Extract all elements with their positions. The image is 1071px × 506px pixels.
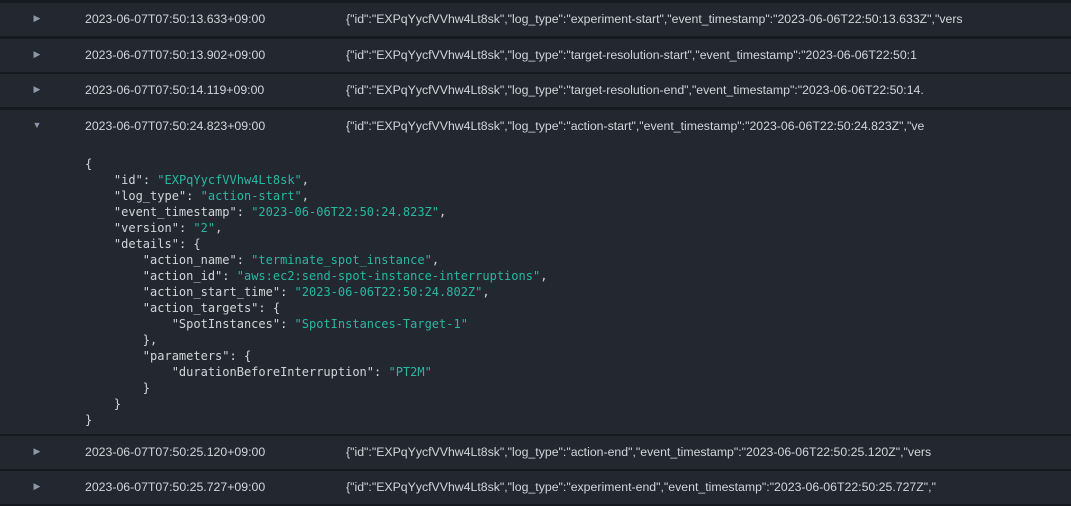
log-message: {"id":"EXPqYycfVVhw4Lt8sk","log_type":"a… [346,445,932,459]
log-timestamp: 2023-06-07T07:50:24.823+09:00 [85,119,266,133]
log-row[interactable]: ▶ 2023-06-07T07:50:25.120+09:00 {"id":"E… [0,436,1071,469]
log-row[interactable]: ▶ 2023-06-07T07:50:13.902+09:00 {"id":"E… [0,39,1071,72]
json-value-duration-before-interruption: PT2M [395,365,425,379]
json-value-spot-instances: SpotInstances-Target-1 [301,317,461,331]
caret-down-icon[interactable]: ▼ [32,120,42,130]
log-timestamp: 2023-06-07T07:50:13.633+09:00 [85,12,266,26]
log-events-table: ▶ 2023-06-07T07:50:13.633+09:00 {"id":"E… [0,0,1071,506]
log-row[interactable]: ▶ 2023-06-07T07:50:13.633+09:00 {"id":"E… [0,3,1071,36]
json-value-log-type: action-start [207,189,295,203]
log-timestamp: 2023-06-07T07:50:13.902+09:00 [85,48,266,62]
log-timestamp: 2023-06-07T07:50:14.119+09:00 [85,83,265,97]
log-timestamp: 2023-06-07T07:50:25.120+09:00 [85,445,266,459]
expanded-json-view: { "id": "EXPqYycfVVhw4Lt8sk", "log_type"… [85,157,548,427]
log-row[interactable]: ▶ 2023-06-07T07:50:14.119+09:00 {"id":"E… [0,74,1071,107]
json-value-action-name: terminate_spot_instance [258,253,425,267]
json-value-event-timestamp: 2023-06-06T22:50:24.823Z [258,205,432,219]
caret-right-icon[interactable]: ▶ [32,13,42,23]
log-message: {"id":"EXPqYycfVVhw4Lt8sk","log_type":"e… [346,480,936,494]
log-timestamp: 2023-06-07T07:50:25.727+09:00 [85,480,266,494]
json-value-action-start-time: 2023-06-06T22:50:24.802Z [301,285,476,299]
log-message: {"id":"EXPqYycfVVhw4Lt8sk","log_type":"e… [346,12,963,26]
log-message: {"id":"EXPqYycfVVhw4Lt8sk","log_type":"t… [346,83,924,97]
caret-right-icon[interactable]: ▶ [32,84,42,94]
log-message: {"id":"EXPqYycfVVhw4Lt8sk","log_type":"t… [346,48,917,62]
json-value-version: 2 [200,221,208,235]
json-value-id: EXPqYycfVVhw4Lt8sk [164,173,295,187]
caret-right-icon[interactable]: ▶ [32,49,42,59]
log-row-expanded[interactable]: ▼ 2023-06-07T07:50:24.823+09:00 {"id":"E… [0,110,1071,434]
caret-right-icon[interactable]: ▶ [32,446,42,456]
log-message: {"id":"EXPqYycfVVhw4Lt8sk","log_type":"a… [346,119,925,133]
caret-right-icon[interactable]: ▶ [32,481,42,491]
log-row[interactable]: ▶ 2023-06-07T07:50:25.727+09:00 {"id":"E… [0,471,1071,504]
json-value-action-id: aws:ec2:send-spot-instance-interruptions [243,269,533,283]
